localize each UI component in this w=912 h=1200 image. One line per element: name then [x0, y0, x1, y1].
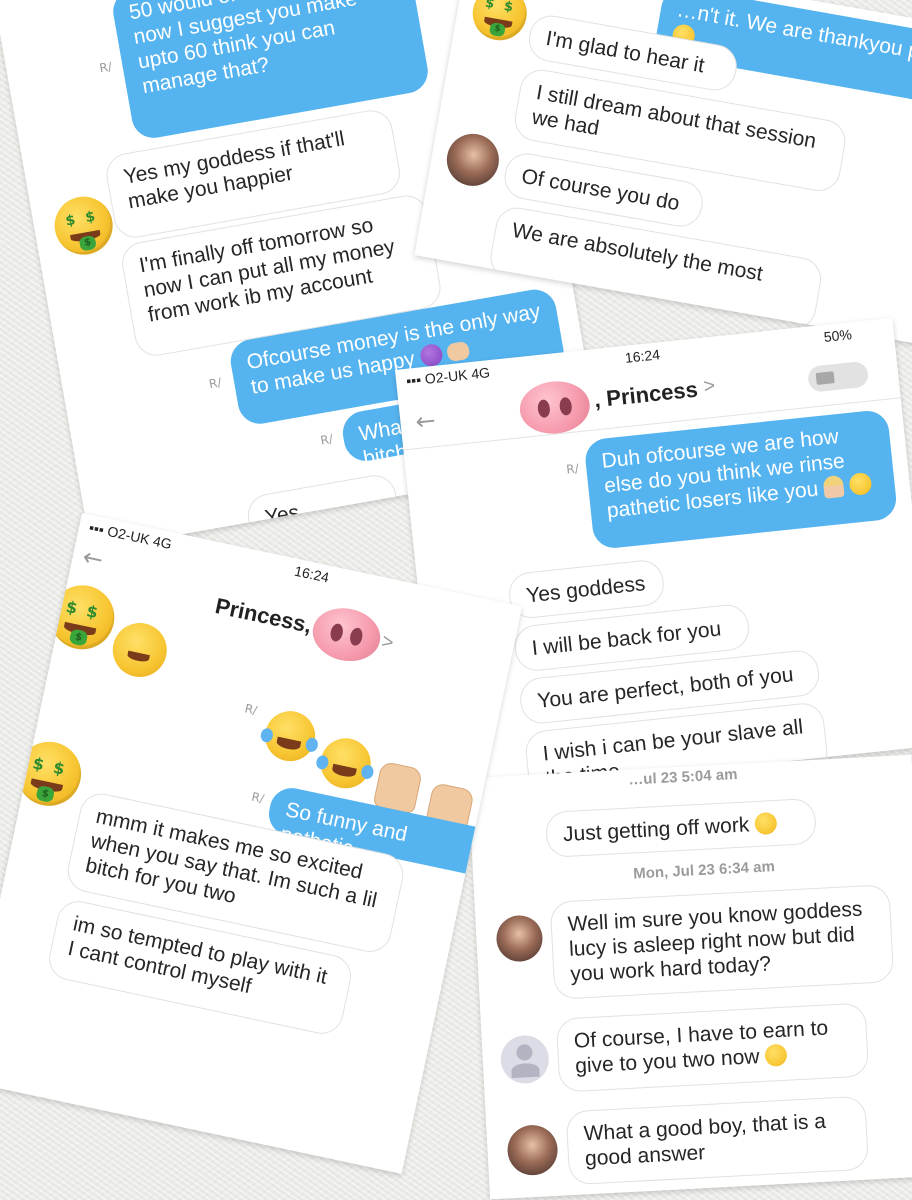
pig-nose-icon — [517, 377, 593, 438]
message-in: Of course, I have to earn to give to you… — [555, 1002, 870, 1093]
timestamp: …ul 23 5:04 am — [627, 765, 738, 789]
avatar[interactable] — [506, 1123, 559, 1177]
avatar[interactable] — [442, 129, 503, 190]
grinning-face-icon — [754, 811, 778, 836]
message-text: Duh ofcourse we are how else do you thin… — [600, 425, 846, 523]
message-in: Yes goddess — [506, 558, 666, 621]
message-out: Duh ofcourse we are how else do you thin… — [583, 408, 899, 551]
clapping-hands-icon — [446, 340, 472, 363]
reply-icon[interactable]: R/ — [566, 461, 580, 476]
money-mouth-face-icon: $ $ $ — [468, 0, 532, 45]
message-text: 50 would of been g… but now I suggest yo… — [127, 0, 361, 99]
status-carrier: ▪▪▪ O2-UK 4G — [405, 364, 491, 389]
chevron-right-icon[interactable]: > — [702, 375, 716, 399]
money-mouth-face-icon — [848, 471, 873, 497]
message-text: We are absolutely the most — [510, 218, 765, 286]
grinning-face-icon — [764, 1043, 788, 1067]
reply-icon[interactable]: R/ — [208, 375, 223, 391]
message-text: I will be back for you — [530, 617, 723, 661]
reply-icon[interactable]: R/ — [98, 59, 113, 75]
money-mouth-face-icon: $ $ $ — [50, 192, 118, 260]
message-text: Just getting off work — [562, 813, 750, 847]
message-text: Of course you do — [519, 164, 682, 216]
screenshot-5: …ul 23 5:04 am Just getting off work Mon… — [468, 754, 912, 1200]
message-text: Yes my goddess if that'll make you happi… — [121, 127, 347, 214]
message-text: I still dream about that session we had — [530, 81, 818, 153]
message-text: Of course, I have to earn to give to you… — [573, 1016, 829, 1078]
pig-nose-icon — [307, 602, 386, 668]
message-text: Well im sure you know goddess lucy is as… — [567, 897, 863, 986]
message-in: What a good boy, that is a good answer — [565, 1095, 870, 1186]
reply-icon[interactable]: R/ — [250, 790, 265, 806]
back-arrow-icon[interactable]: ← — [80, 542, 105, 574]
status-battery: 50% — [823, 326, 853, 345]
conversation-title[interactable]: , Princess — [593, 377, 699, 414]
message-text: You are perfect, both of you — [536, 663, 795, 713]
tears-of-joy-icon — [315, 733, 376, 793]
woman-tipping-hand-icon — [822, 474, 846, 499]
timestamp: Mon, Jul 23 6:34 am — [632, 858, 776, 883]
conversation-title[interactable]: Princess, — [213, 593, 314, 639]
video-camera-icon[interactable] — [806, 360, 870, 393]
back-arrow-icon[interactable]: ← — [414, 406, 437, 436]
message-in: Well im sure you know goddess lucy is as… — [549, 884, 895, 1000]
reply-icon[interactable]: R/ — [244, 701, 259, 717]
message-in: Just getting off work — [544, 797, 817, 858]
avatar[interactable] — [495, 914, 544, 963]
chevron-right-icon[interactable]: > — [379, 630, 396, 655]
tears-of-joy-icon — [259, 706, 320, 766]
reply-icon[interactable]: R/ — [319, 432, 334, 448]
message-text: What a good boy, that is a good answer — [583, 1109, 827, 1171]
avatar-placeholder[interactable] — [499, 1034, 551, 1085]
message-text: Yes goddess — [525, 572, 647, 608]
hugging-face-icon — [107, 617, 172, 683]
status-time: 16:24 — [293, 562, 331, 586]
status-time: 16:24 — [624, 346, 661, 366]
